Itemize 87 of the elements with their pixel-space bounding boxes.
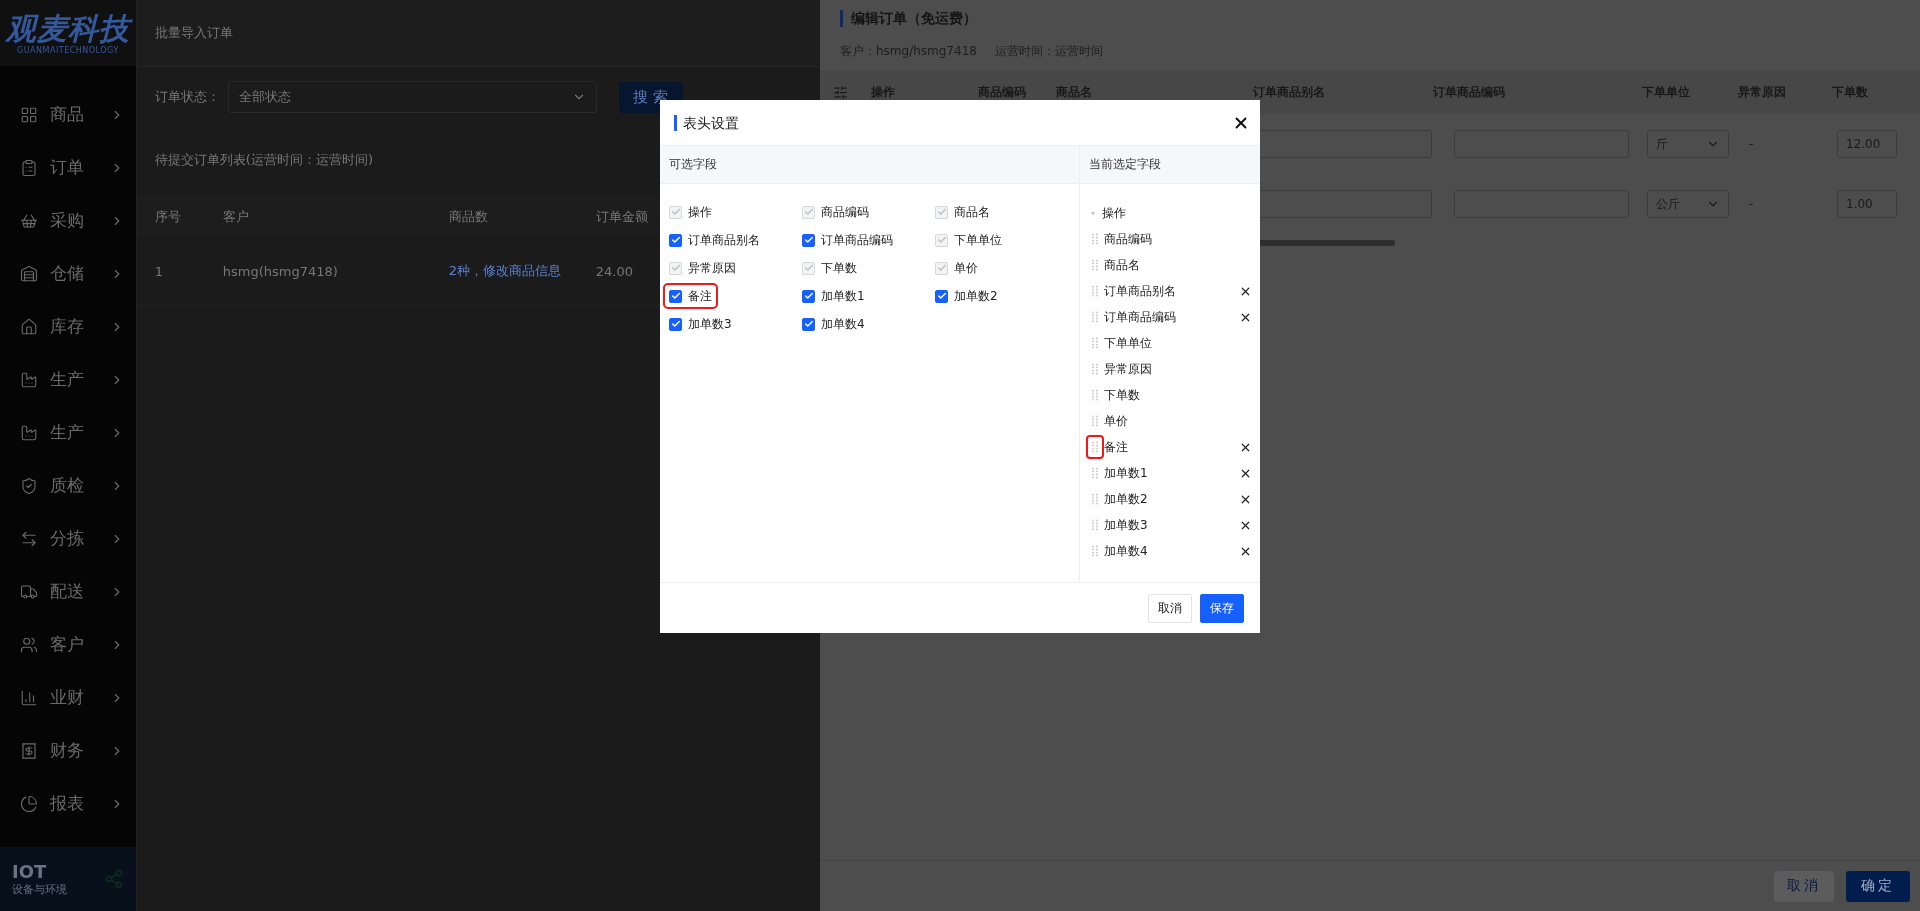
sidebar-item[interactable]: 生产: [0, 406, 136, 459]
cancel-button[interactable]: 取消: [1148, 593, 1192, 623]
field-checkbox[interactable]: 订单商品编码: [798, 229, 897, 251]
sidebar-item[interactable]: 报表: [0, 777, 136, 830]
column-header: 序号: [153, 208, 182, 226]
table-cell-text: hsmg(hsmg7418): [221, 263, 339, 279]
confirm-button[interactable]: 确定: [1846, 870, 1910, 902]
banner-subtitle: 设备与环境: [12, 882, 67, 897]
truck-icon: [20, 582, 38, 601]
field-checkbox[interactable]: 加单数2: [931, 285, 1002, 307]
grid-icon: [20, 105, 38, 124]
sidebar-item[interactable]: 商品: [0, 88, 136, 141]
sidebar-item[interactable]: 订单: [0, 141, 136, 194]
users-icon: [20, 635, 38, 654]
checkbox[interactable]: [669, 233, 682, 247]
field-checkbox[interactable]: 加单数4: [798, 313, 869, 335]
drawer-title: 编辑订单（免运费）: [840, 10, 1920, 27]
table-cell-text: -: [1749, 197, 1755, 211]
arrows-icon: [20, 529, 38, 548]
selected-field: 加单数4: [1104, 542, 1239, 560]
bar-chart-icon: [20, 688, 38, 707]
table-cell-text: -: [1749, 137, 1755, 151]
sidebar-item[interactable]: 客户: [0, 618, 136, 671]
logo-subtitle: GUANMAITECHNOLOGY: [17, 45, 119, 55]
factory-icon: [20, 423, 38, 442]
column-header: 客户: [221, 208, 250, 226]
share-icon: [103, 869, 124, 889]
selected-field: 异常原因: [1104, 360, 1252, 378]
selected-field: 加单数3: [1104, 516, 1239, 534]
shield-icon: [20, 476, 38, 495]
edit-items-link[interactable]: 2种，修改商品信息: [448, 263, 562, 278]
receipt-icon: [20, 741, 38, 760]
sidebar-item[interactable]: 配送: [0, 565, 136, 618]
selected-field: 商品名: [1104, 256, 1252, 274]
save-button[interactable]: 保存: [1200, 593, 1244, 623]
selected-field: 单价: [1104, 412, 1252, 430]
warehouse-icon: [20, 264, 38, 283]
sidebar-item[interactable]: 仓储: [0, 247, 136, 300]
column-header: 商品数: [447, 208, 489, 226]
settings-icon[interactable]: [832, 84, 848, 100]
sidebar-item[interactable]: 财务: [0, 724, 136, 777]
selected-field: 下单单位: [1104, 334, 1252, 352]
alias-input[interactable]: [1257, 190, 1432, 218]
checkbox[interactable]: [935, 289, 948, 303]
table-cell-text: 24.00: [594, 263, 635, 279]
field-checkbox[interactable]: 订单商品别名: [665, 229, 764, 251]
modal-title: 表头设置: [674, 114, 739, 131]
status-select[interactable]: 全部状态: [227, 81, 597, 113]
factory-icon: [20, 370, 38, 389]
field-checkbox[interactable]: 备注: [665, 285, 716, 307]
sidebar-item[interactable]: 库存: [0, 300, 136, 353]
checkbox[interactable]: [669, 317, 682, 331]
banner-title: IOT: [12, 861, 48, 882]
house-icon: [20, 317, 38, 336]
selected-field: 订单商品编码: [1104, 308, 1239, 326]
pie-chart-icon: [20, 794, 38, 813]
section-header: 可选字段: [660, 146, 1079, 184]
filter-label: 订单状态：: [154, 88, 220, 106]
selected-field: 加单数2: [1104, 490, 1239, 508]
section-header: 当前选定字段: [1080, 146, 1260, 184]
sidebar-item[interactable]: 生产: [0, 353, 136, 406]
basket-icon: [20, 211, 38, 230]
column-header: 订单金额: [594, 208, 649, 226]
selected-field: 操作: [1102, 204, 1252, 222]
field-checkbox[interactable]: 加单数1: [798, 285, 869, 307]
selected-field: 加单数1: [1104, 464, 1239, 482]
checkbox[interactable]: [802, 317, 815, 331]
alias-input[interactable]: [1257, 130, 1432, 158]
page-title: 批量导入订单: [154, 24, 233, 42]
checkbox[interactable]: [802, 289, 815, 303]
list-title: 待提交订单列表(运营时间：运营时间): [154, 152, 373, 167]
checkbox[interactable]: [669, 289, 682, 303]
selected-field: 下单数: [1104, 386, 1252, 404]
table-cell-text: 1: [153, 263, 165, 279]
selected-field: 备注: [1104, 438, 1239, 456]
field-checkbox[interactable]: 加单数3: [665, 313, 736, 335]
selected-field: 商品编码: [1104, 230, 1252, 248]
sidebar-item[interactable]: 业财: [0, 671, 136, 724]
iot-banner[interactable]: IOT 设备与环境: [0, 847, 136, 911]
cancel-button[interactable]: 取消: [1774, 870, 1834, 902]
drag-handle-icon[interactable]: [1088, 437, 1102, 457]
sidebar-item[interactable]: 分拣: [0, 512, 136, 565]
sidebar-item[interactable]: 采购: [0, 194, 136, 247]
sidebar-item[interactable]: 质检: [0, 459, 136, 512]
clipboard-icon: [20, 158, 38, 177]
checkbox[interactable]: [802, 233, 815, 247]
selected-field: 订单商品别名: [1104, 282, 1239, 300]
